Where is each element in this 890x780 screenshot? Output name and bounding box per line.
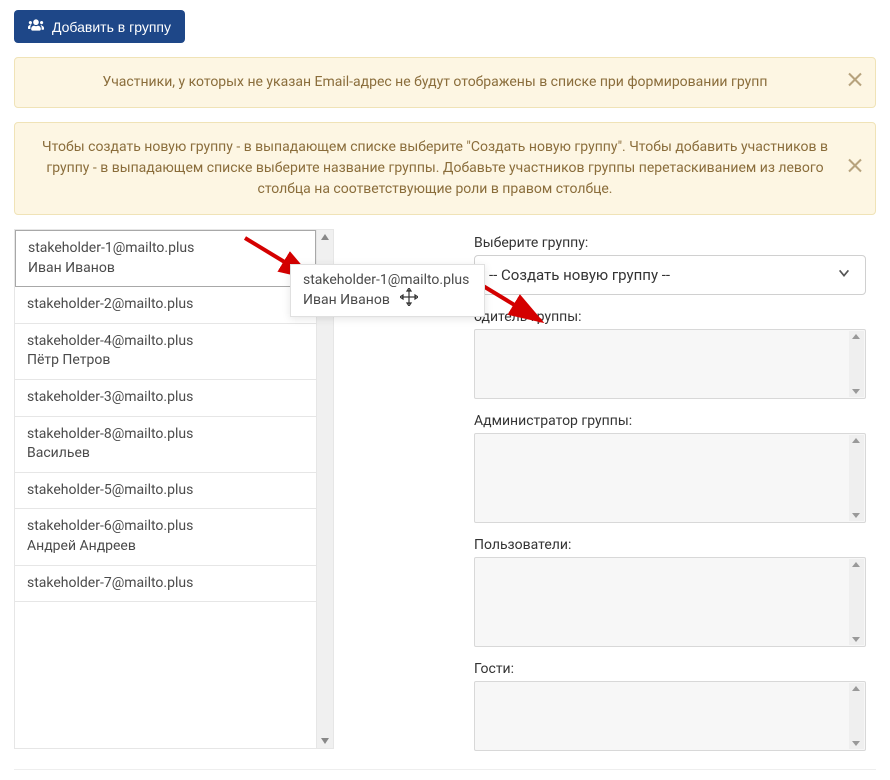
participants-list[interactable]: stakeholder-1@mailto.plusИван Ивановstak… (15, 230, 317, 748)
add-to-group-button[interactable]: Добавить в группу (14, 10, 185, 43)
scrollbar[interactable] (849, 331, 864, 397)
drag-ghost-name: Иван Иванов (303, 292, 390, 308)
list-item[interactable]: stakeholder-5@mailto.plus (15, 473, 316, 510)
list-item[interactable]: stakeholder-3@mailto.plus (15, 380, 316, 417)
group-users-dropzone[interactable] (474, 557, 866, 647)
scrollbar[interactable] (849, 559, 864, 645)
close-icon[interactable] (847, 157, 863, 180)
alert-howto-text: Чтобы создать новую группу - в выпадающе… (42, 139, 828, 197)
list-item-email: stakeholder-5@mailto.plus (27, 481, 304, 501)
list-item[interactable]: stakeholder-6@mailto.plusАндрей Андреев (15, 509, 316, 565)
alert-howto: Чтобы создать новую группу - в выпадающе… (14, 122, 876, 215)
list-item-email: stakeholder-8@mailto.plus (27, 425, 304, 445)
list-item-name: Васильев (27, 444, 304, 464)
group-guests-dropzone[interactable] (474, 681, 866, 751)
list-item[interactable]: stakeholder-2@mailto.plus (15, 287, 316, 324)
users-icon (28, 18, 44, 35)
list-item-email: stakeholder-4@mailto.plus (27, 332, 304, 352)
drag-ghost-email: stakeholder-1@mailto.plus (303, 271, 472, 291)
list-item-name: Пётр Петров (27, 351, 304, 371)
list-item-name: Андрей Андреев (27, 537, 304, 557)
group-users-label: Пользователи: (474, 537, 866, 553)
list-item[interactable]: stakeholder-4@mailto.plusПётр Петров (15, 324, 316, 380)
list-item[interactable]: stakeholder-7@mailto.plus (15, 566, 316, 603)
scrollbar[interactable] (849, 683, 864, 749)
list-item-email: stakeholder-3@mailto.plus (27, 388, 304, 408)
select-group-label: Выберите группу: (474, 235, 866, 251)
list-item-email: stakeholder-6@mailto.plus (27, 517, 304, 537)
move-cursor-icon (400, 288, 418, 310)
alert-no-email: Участники, у которых не указан Email-адр… (14, 57, 876, 108)
group-admin-dropzone[interactable] (474, 433, 866, 523)
list-item[interactable]: stakeholder-8@mailto.plusВасильев (15, 417, 316, 473)
list-item-email: stakeholder-7@mailto.plus (27, 574, 304, 594)
add-to-group-label: Добавить в группу (52, 19, 171, 35)
group-leader-dropzone[interactable] (474, 329, 866, 399)
close-icon[interactable] (847, 71, 863, 94)
participants-pane: stakeholder-1@mailto.plusИван Ивановstak… (14, 229, 334, 749)
drag-ghost-name-row: Иван Иванов (303, 291, 472, 311)
group-admin-label: Администратор группы: (474, 413, 866, 429)
chevron-down-icon (837, 266, 851, 284)
group-guests-label: Гости: (474, 661, 866, 677)
alert-no-email-text: Участники, у которых не указан Email-адр… (103, 74, 768, 90)
drag-ghost: stakeholder-1@mailto.plus Иван Иванов (290, 264, 485, 317)
divider (14, 769, 876, 770)
list-item-email: stakeholder-2@mailto.plus (27, 295, 304, 315)
scrollbar[interactable] (849, 435, 864, 521)
